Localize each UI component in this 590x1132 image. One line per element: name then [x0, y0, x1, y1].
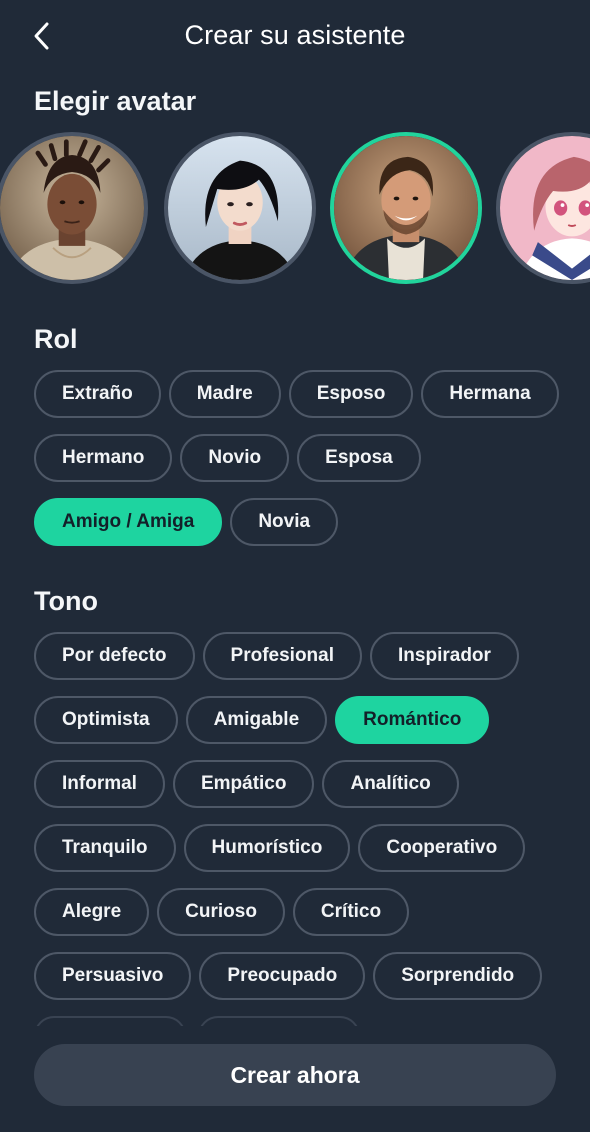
chip-row: Por defecto Profesional Inspirador	[34, 632, 564, 680]
tone-chip-romantico[interactable]: Romántico	[335, 696, 490, 744]
chip-row: Alegre Curioso Crítico	[34, 888, 564, 936]
chip-row: Hermano Novio Esposa	[34, 434, 564, 482]
avatar-anime-girl[interactable]	[496, 132, 590, 284]
tone-chip-analitico[interactable]: Analítico	[322, 760, 459, 808]
header: Crear su asistente	[0, 0, 590, 76]
role-section-title: Rol	[34, 324, 78, 354]
tone-chip-humoristico[interactable]: Humorístico	[183, 824, 351, 872]
avatar-smiling-man[interactable]	[330, 132, 482, 284]
role-chip-madre[interactable]: Madre	[168, 370, 281, 418]
page-title: Crear su asistente	[184, 20, 406, 50]
create-assistant-screen: Crear su asistente Elegir avatar Rol Ext…	[0, 0, 590, 1132]
tone-chip-critico[interactable]: Crítico	[292, 888, 410, 936]
tone-chip-inspirador[interactable]: Inspirador	[370, 632, 519, 680]
chip-row: Optimista Amigable Romántico	[34, 696, 564, 744]
role-chip-novio[interactable]: Novio	[180, 434, 290, 482]
tone-chip-amigable[interactable]: Amigable	[185, 696, 328, 744]
tone-section-title: Tono	[34, 586, 98, 616]
avatar-carousel[interactable]	[0, 132, 590, 284]
chip-row: Extraño Madre Esposo Hermana	[34, 370, 564, 418]
tone-chip-empatico[interactable]: Empático	[172, 760, 315, 808]
chip-row: Amigo / Amiga Novia	[34, 498, 564, 546]
role-chip-extrano[interactable]: Extraño	[34, 370, 161, 418]
tone-chip-por-defecto[interactable]: Por defecto	[34, 632, 195, 680]
tone-chip-group: Por defecto Profesional Inspirador Optim…	[34, 632, 564, 1016]
role-chip-esposa[interactable]: Esposa	[297, 434, 421, 482]
role-chip-novia[interactable]: Novia	[230, 498, 339, 546]
role-chip-group: Extraño Madre Esposo Hermana Hermano Nov…	[34, 370, 564, 562]
tone-chip-persuasivo[interactable]: Persuasivo	[34, 952, 192, 1000]
role-chip-esposo[interactable]: Esposo	[288, 370, 414, 418]
chip-row: Persuasivo Preocupado Sorprendido	[34, 952, 564, 1000]
tone-chip-curioso[interactable]: Curioso	[157, 888, 285, 936]
tone-chip-sorprendido[interactable]: Sorprendido	[373, 952, 543, 1000]
avatar-section-title: Elegir avatar	[34, 86, 197, 116]
tone-chip-tranquilo[interactable]: Tranquilo	[34, 824, 176, 872]
avatar-dreadlocks-man[interactable]	[0, 132, 148, 284]
tone-chip-cooperativo[interactable]: Cooperativo	[358, 824, 526, 872]
tone-chip-informal[interactable]: Informal	[34, 760, 165, 808]
chip-row: Informal Empático Analítico	[34, 760, 564, 808]
tone-chip-profesional[interactable]: Profesional	[202, 632, 363, 680]
role-chip-hermana[interactable]: Hermana	[421, 370, 559, 418]
avatar-short-hair-woman[interactable]	[164, 132, 316, 284]
tone-chip-optimista[interactable]: Optimista	[34, 696, 178, 744]
chip-row: Tranquilo Humorístico Cooperativo	[34, 824, 564, 872]
tone-chip-preocupado[interactable]: Preocupado	[199, 952, 366, 1000]
role-chip-amigo-amiga[interactable]: Amigo / Amiga	[34, 498, 223, 546]
create-now-button[interactable]: Crear ahora	[34, 1044, 556, 1106]
tone-chip-alegre[interactable]: Alegre	[34, 888, 150, 936]
role-chip-hermano[interactable]: Hermano	[34, 434, 173, 482]
